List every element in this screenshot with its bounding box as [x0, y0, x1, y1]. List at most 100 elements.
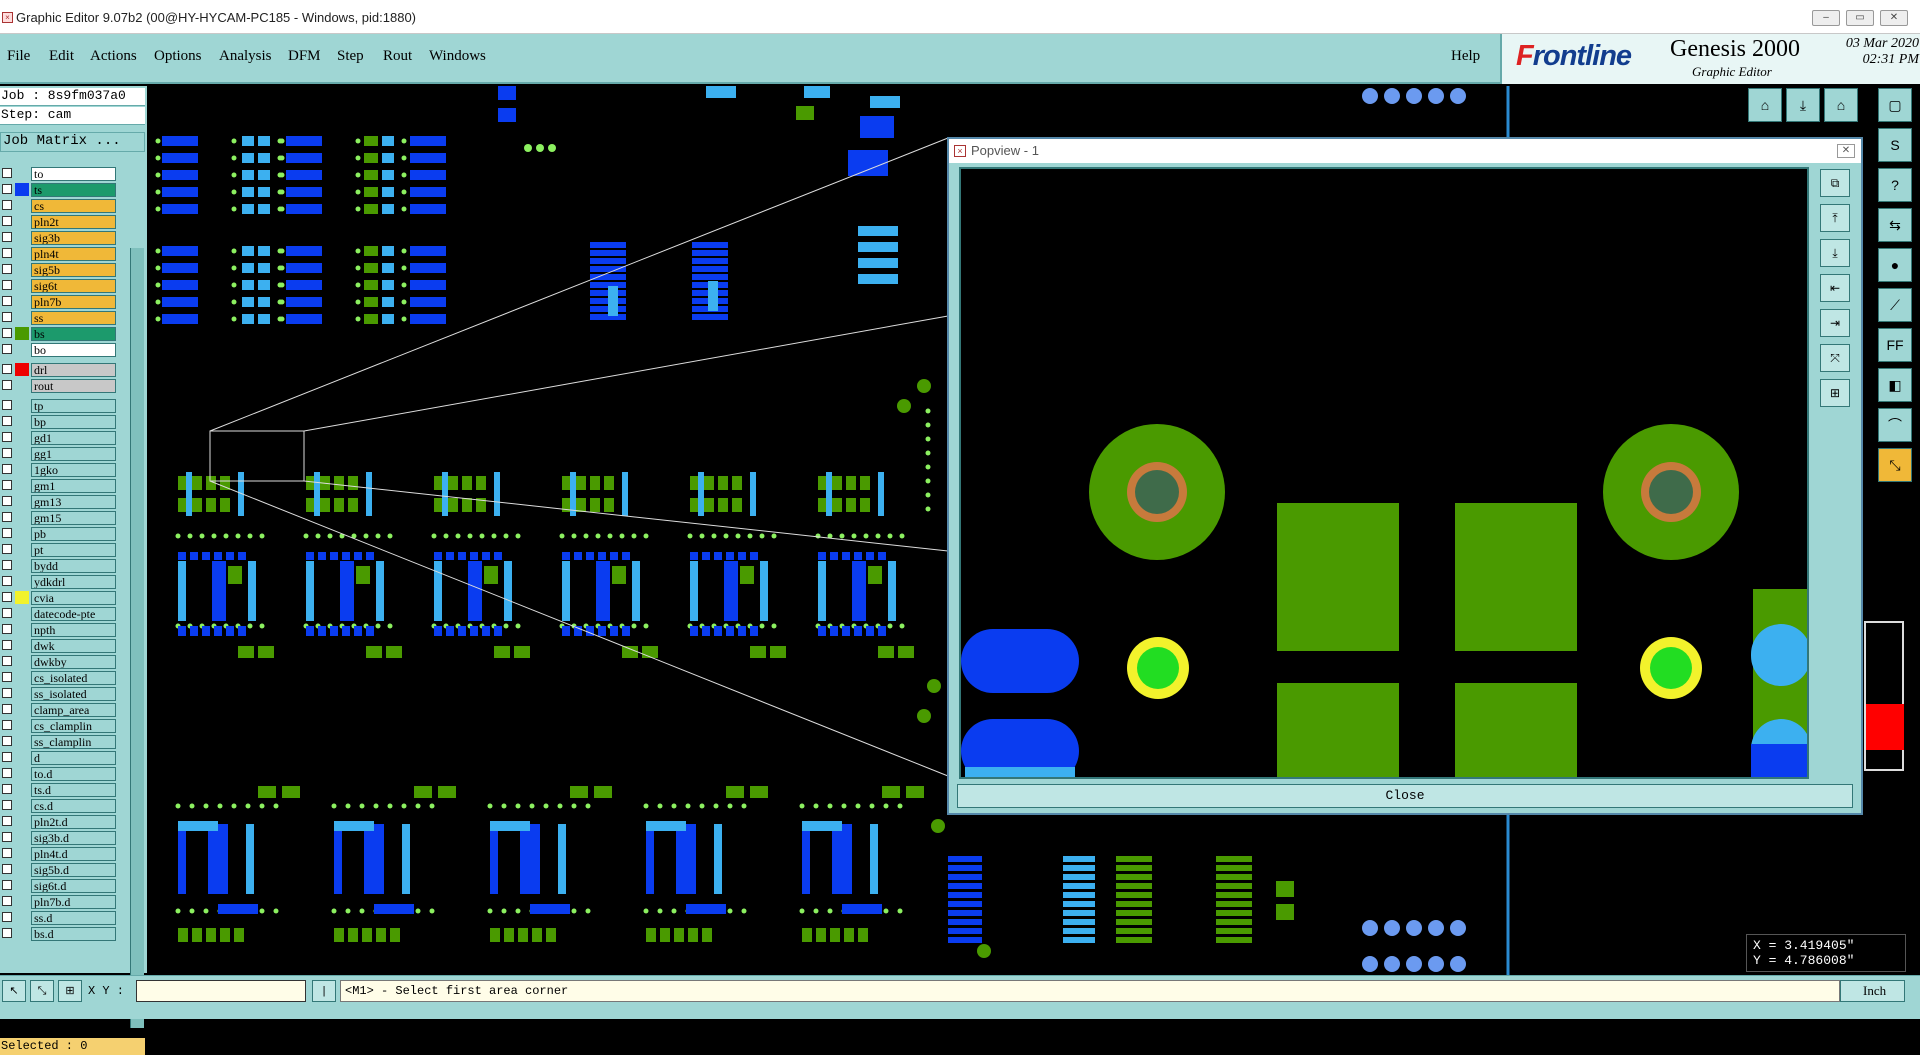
layer-color-swatch[interactable]: [15, 655, 29, 668]
layer-color-swatch[interactable]: [15, 671, 29, 684]
layer-color-swatch[interactable]: [15, 543, 29, 556]
layer-row[interactable]: ss.d: [0, 910, 118, 925]
layer-checkbox[interactable]: [2, 544, 12, 554]
layer-row[interactable]: gd1: [0, 430, 118, 445]
tool-s-icon[interactable]: S: [1878, 128, 1912, 162]
layer-checkbox[interactable]: [2, 784, 12, 794]
layer-checkbox[interactable]: [2, 432, 12, 442]
popview-tool-4-icon[interactable]: ⇤: [1820, 274, 1850, 302]
layer-name[interactable]: gm1: [31, 479, 116, 493]
layer-checkbox[interactable]: [2, 216, 12, 226]
tool-measure-icon[interactable]: ⇆: [1878, 208, 1912, 242]
layer-row[interactable]: to.d: [0, 766, 118, 781]
tool-dot-icon[interactable]: ●: [1878, 248, 1912, 282]
layer-row[interactable]: pln2t: [0, 214, 118, 229]
layer-name[interactable]: ydkdrl: [31, 575, 116, 589]
layer-name[interactable]: dwkby: [31, 655, 116, 669]
minimize-button[interactable]: –: [1812, 10, 1840, 26]
layer-checkbox[interactable]: [2, 864, 12, 874]
layer-name[interactable]: drl: [31, 363, 116, 377]
tool-help-icon[interactable]: ?: [1878, 168, 1912, 202]
layer-row[interactable]: clamp_area: [0, 702, 118, 717]
layer-checkbox[interactable]: [2, 400, 12, 410]
layer-color-swatch[interactable]: [15, 751, 29, 764]
layer-name[interactable]: pln7b.d: [31, 895, 116, 909]
layer-checkbox[interactable]: [2, 928, 12, 938]
layer-color-swatch[interactable]: [15, 767, 29, 780]
tool-ff-icon[interactable]: FF: [1878, 328, 1912, 362]
layer-color-swatch[interactable]: [15, 447, 29, 460]
layer-row[interactable]: ss_isolated: [0, 686, 118, 701]
layer-checkbox[interactable]: [2, 752, 12, 762]
layer-color-swatch[interactable]: [15, 879, 29, 892]
layer-checkbox[interactable]: [2, 448, 12, 458]
layer-color-swatch[interactable]: [15, 263, 29, 276]
layer-name[interactable]: cs: [31, 199, 116, 213]
layer-name[interactable]: cs_clamplin: [31, 719, 116, 733]
layer-color-swatch[interactable]: [15, 379, 29, 392]
layer-checkbox[interactable]: [2, 416, 12, 426]
layer-row[interactable]: pln4t.d: [0, 846, 118, 861]
layer-checkbox[interactable]: [2, 512, 12, 522]
layer-color-swatch[interactable]: [15, 687, 29, 700]
layer-checkbox[interactable]: [2, 896, 12, 906]
layer-checkbox[interactable]: [2, 248, 12, 258]
layer-checkbox[interactable]: [2, 800, 12, 810]
layer-checkbox[interactable]: [2, 640, 12, 650]
menu-edit[interactable]: Edit: [49, 48, 74, 65]
layer-color-swatch[interactable]: [15, 719, 29, 732]
layer-checkbox[interactable]: [2, 464, 12, 474]
layer-row[interactable]: ydkdrl: [0, 574, 118, 589]
layer-color-swatch[interactable]: [15, 415, 29, 428]
layer-color-swatch[interactable]: [15, 911, 29, 924]
layer-color-swatch[interactable]: [15, 815, 29, 828]
layer-color-swatch[interactable]: [15, 167, 29, 180]
layer-row[interactable]: cs_isolated: [0, 670, 118, 685]
layer-color-swatch[interactable]: [15, 463, 29, 476]
layer-name[interactable]: ss.d: [31, 911, 116, 925]
layer-color-swatch[interactable]: [15, 575, 29, 588]
layer-checkbox[interactable]: [2, 344, 12, 354]
grid-tool-icon[interactable]: ⊞: [58, 980, 82, 1002]
layer-color-swatch[interactable]: [15, 863, 29, 876]
layer-checkbox[interactable]: [2, 264, 12, 274]
layer-row[interactable]: ts.d: [0, 782, 118, 797]
layer-checkbox[interactable]: [2, 832, 12, 842]
layer-checkbox[interactable]: [2, 768, 12, 778]
layer-name[interactable]: bp: [31, 415, 116, 429]
popview-close-button[interactable]: Close: [957, 784, 1853, 808]
layer-row[interactable]: datecode-pte: [0, 606, 118, 621]
menu-file[interactable]: File: [7, 48, 30, 65]
layer-name[interactable]: dwk: [31, 639, 116, 653]
layer-row[interactable]: sig6t: [0, 278, 118, 293]
layer-name[interactable]: ss_isolated: [31, 687, 116, 701]
popview-close-x[interactable]: ✕: [1837, 144, 1855, 158]
layer-row[interactable]: sig5b.d: [0, 862, 118, 877]
units-select[interactable]: Inch: [1840, 980, 1905, 1002]
layer-color-swatch[interactable]: [15, 927, 29, 940]
layer-row[interactable]: tp: [0, 398, 118, 413]
layer-checkbox[interactable]: [2, 380, 12, 390]
layer-checkbox[interactable]: [2, 848, 12, 858]
layer-checkbox[interactable]: [2, 296, 12, 306]
layer-checkbox[interactable]: [2, 364, 12, 374]
layer-checkbox[interactable]: [2, 624, 12, 634]
layer-row[interactable]: 1gko: [0, 462, 118, 477]
layer-name[interactable]: pt: [31, 543, 116, 557]
layer-name[interactable]: ss: [31, 311, 116, 325]
layer-name[interactable]: sig5b: [31, 263, 116, 277]
layer-checkbox[interactable]: [2, 720, 12, 730]
popview-zoom-fit-icon[interactable]: ⤧: [1820, 344, 1850, 372]
layer-color-swatch[interactable]: [15, 231, 29, 244]
layer-checkbox[interactable]: [2, 688, 12, 698]
arrow-tool-icon[interactable]: ↖: [2, 980, 26, 1002]
layer-checkbox[interactable]: [2, 528, 12, 538]
layer-color-swatch[interactable]: [15, 559, 29, 572]
layer-checkbox[interactable]: [2, 816, 12, 826]
layer-row[interactable]: drl: [0, 362, 118, 377]
layer-row[interactable]: bydd: [0, 558, 118, 573]
layer-checkbox[interactable]: [2, 672, 12, 682]
menu-analysis[interactable]: Analysis: [219, 48, 272, 65]
layer-name[interactable]: npth: [31, 623, 116, 637]
layer-row[interactable]: sig3b.d: [0, 830, 118, 845]
